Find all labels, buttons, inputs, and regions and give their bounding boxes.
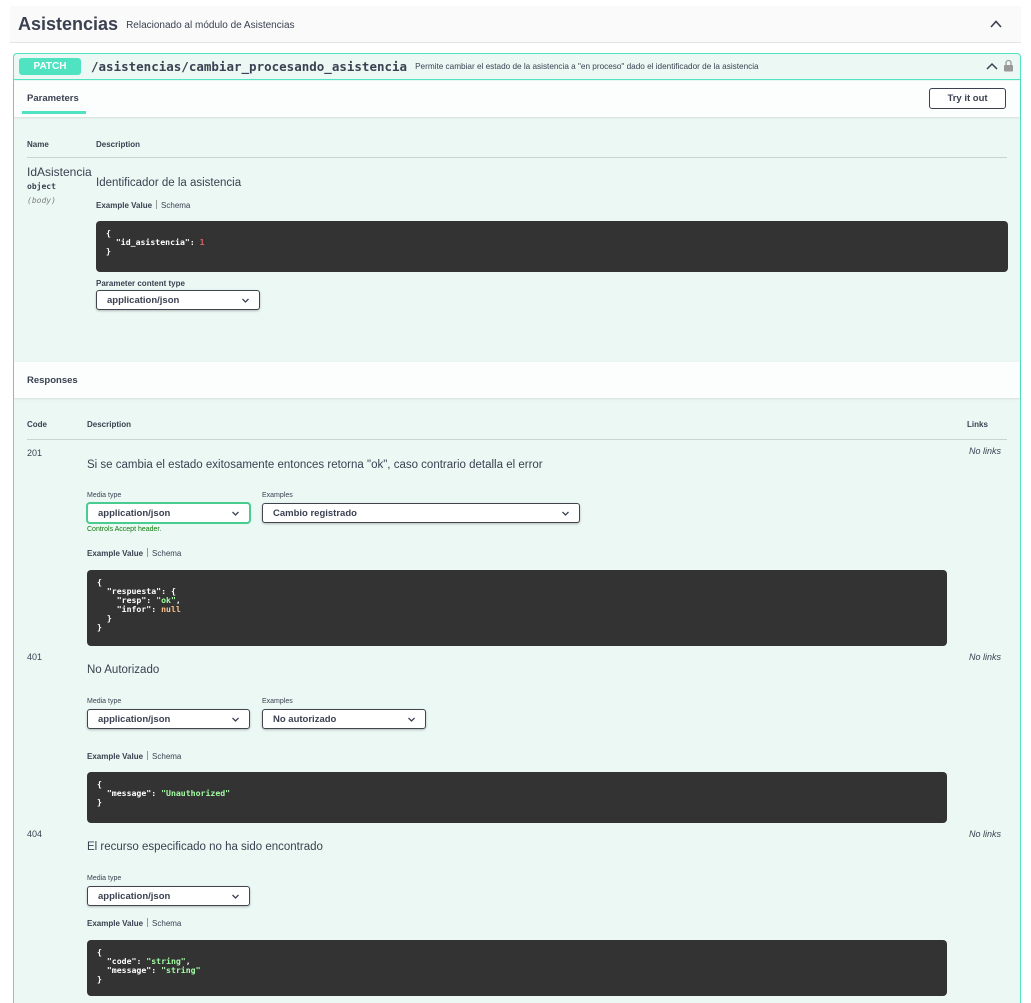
- examples-select[interactable]: Cambio registrado: [262, 503, 580, 523]
- chevron-down-icon: [232, 717, 239, 722]
- example-value-tab[interactable]: Example Value: [87, 549, 143, 558]
- parameter-content-type-select[interactable]: application/json: [96, 290, 260, 310]
- responses-title: Responses: [27, 375, 78, 386]
- operation-path: /asistencias/cambiar_procesando_asistenc…: [91, 59, 408, 74]
- chevron-down-icon: [232, 894, 239, 899]
- operation-summary[interactable]: PATCH /asistencias/cambiar_procesando_as…: [14, 54, 1020, 80]
- media-type-label: Media type: [87, 492, 122, 499]
- chevron-down-icon: [408, 717, 415, 722]
- media-type-select[interactable]: application/json: [87, 886, 250, 906]
- param-col-name: Name: [27, 140, 49, 149]
- schema-tab[interactable]: Schema: [161, 201, 190, 210]
- parameters-tab-underline: [22, 111, 86, 114]
- response-example-tabs: Example Value Schema: [87, 751, 181, 761]
- responses-header: Responses: [14, 362, 1020, 398]
- schema-tab[interactable]: Schema: [152, 919, 181, 928]
- param-description: Identificador de la asistencia: [96, 177, 242, 189]
- chevron-down-icon: [232, 511, 239, 516]
- media-type-label: Media type: [87, 875, 122, 882]
- chevron-down-icon: [562, 511, 569, 516]
- response-description: El recurso especificado no ha sido encon…: [87, 841, 323, 853]
- example-value-tab[interactable]: Example Value: [87, 752, 143, 761]
- chevron-down-icon: [242, 298, 249, 303]
- examples-label: Examples: [262, 492, 293, 499]
- chevron-up-icon[interactable]: [985, 60, 999, 72]
- response-description: No Autorizado: [87, 664, 160, 676]
- param-type: object: [27, 182, 56, 191]
- response-example-code: { "respuesta": { "resp": "ok", "infor": …: [87, 570, 947, 646]
- response-table-divider: [27, 439, 1007, 440]
- examples-label: Examples: [262, 698, 293, 705]
- tag-header[interactable]: Asistencias Relacionado al módulo de Asi…: [10, 6, 1021, 43]
- response-col-description: Description: [87, 420, 132, 429]
- response-example-tabs: Example Value Schema: [87, 548, 181, 558]
- parameters-tab[interactable]: Parameters: [27, 93, 79, 104]
- response-example-tabs: Example Value Schema: [87, 918, 181, 928]
- schema-tab[interactable]: Schema: [152, 752, 181, 761]
- response-description: Si se cambia el estado exitosamente ento…: [87, 459, 543, 471]
- operation-description: Permite cambiar el estado de la asistenc…: [415, 62, 759, 71]
- tag-description: Relacionado al módulo de Asistencias: [126, 19, 295, 31]
- response-code: 404: [27, 829, 43, 839]
- response-col-links: Links: [967, 420, 988, 429]
- response-links: No links: [969, 446, 1002, 456]
- response-code: 401: [27, 652, 43, 662]
- lock-icon[interactable]: [1003, 59, 1014, 72]
- media-type-select[interactable]: application/json: [87, 709, 250, 729]
- chevron-up-icon[interactable]: [989, 17, 1003, 31]
- media-type-label: Media type: [87, 698, 122, 705]
- accept-header-note: Controls Accept header.: [87, 526, 162, 533]
- response-example-code: { "message": "Unauthorized" }: [87, 772, 947, 823]
- schema-tab[interactable]: Schema: [152, 549, 181, 558]
- content-type-label: Parameter content type: [96, 279, 185, 288]
- param-name: IdAsistencia: [27, 165, 92, 179]
- response-links: No links: [969, 652, 1002, 662]
- response-example-code: { "code": "string", "message": "string" …: [87, 940, 947, 996]
- parameters-header: Parameters Try it out: [14, 81, 1020, 117]
- example-value-tab[interactable]: Example Value: [87, 919, 143, 928]
- media-type-select[interactable]: application/json: [87, 503, 250, 523]
- try-it-out-button[interactable]: Try it out: [929, 88, 1006, 109]
- param-example-tabs: Example Value Schema: [96, 200, 190, 210]
- examples-select[interactable]: No autorizado: [262, 709, 426, 729]
- param-table-divider: [27, 157, 1007, 158]
- param-location: (body): [27, 196, 56, 205]
- response-code: 201: [27, 448, 43, 458]
- param-example-code: { "id_asistencia": 1 }: [96, 221, 1008, 272]
- response-col-code: Code: [27, 420, 47, 429]
- operation-block: PATCH /asistencias/cambiar_procesando_as…: [13, 53, 1021, 1003]
- example-value-tab[interactable]: Example Value: [96, 201, 152, 210]
- method-badge: PATCH: [19, 58, 81, 75]
- param-col-description: Description: [96, 140, 141, 149]
- tag-title: Asistencias: [18, 13, 119, 34]
- response-links: No links: [969, 829, 1002, 839]
